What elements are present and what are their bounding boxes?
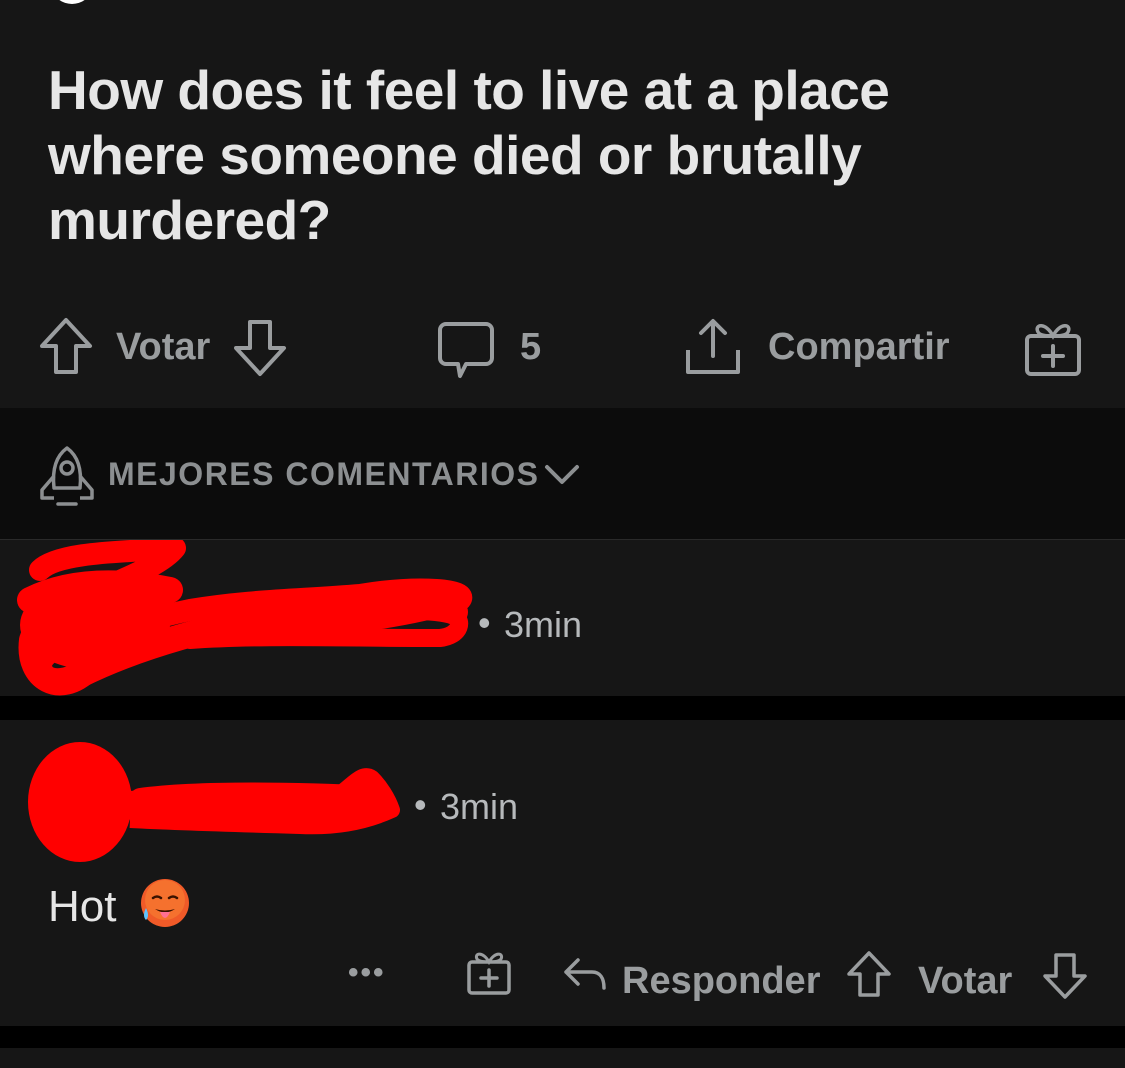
downvote-icon[interactable] xyxy=(232,318,288,378)
share-label[interactable]: Compartir xyxy=(768,326,950,369)
comment-card: • 3min xyxy=(0,540,1125,696)
comment-count: 5 xyxy=(520,326,542,368)
comment-card: • 3min Hot ••• Responder Votar xyxy=(0,720,1125,1026)
subreddit-avatar-icon[interactable] xyxy=(52,0,92,8)
sort-bar[interactable]: MEJORES COMENTARIOS xyxy=(0,408,1125,540)
share-icon[interactable] xyxy=(684,316,742,378)
gift-award-icon[interactable] xyxy=(466,948,512,996)
downvote-icon[interactable] xyxy=(1042,952,1088,1000)
upvote-icon[interactable] xyxy=(38,316,94,376)
chevron-down-icon[interactable] xyxy=(544,464,580,486)
post-action-bar: Votar 5 Compartir xyxy=(0,310,1125,388)
upvote-icon[interactable] xyxy=(846,950,892,998)
gift-award-icon[interactable] xyxy=(1024,318,1082,378)
reply-label[interactable]: Responder xyxy=(622,960,820,1003)
post-vote-label: Votar xyxy=(116,326,211,368)
comment-icon[interactable] xyxy=(436,320,496,380)
more-options-icon[interactable]: ••• xyxy=(348,956,386,990)
redaction-scribble xyxy=(17,540,473,696)
comment-dot: • xyxy=(414,784,427,825)
post-title[interactable]: How does it feel to live at a place wher… xyxy=(48,58,948,253)
post-card: How does it feel to live at a place wher… xyxy=(0,0,1125,408)
sort-label[interactable]: MEJORES COMENTARIOS xyxy=(108,456,540,493)
comment-vote-label: Votar xyxy=(918,960,1013,1002)
hot-face-emoji-icon xyxy=(141,879,189,927)
next-card-edge xyxy=(0,1048,1125,1068)
rocket-icon xyxy=(40,446,94,506)
comment-action-bar: ••• Responder Votar xyxy=(0,948,1125,1018)
comment-time: 3min xyxy=(440,786,519,827)
redaction-scribble xyxy=(28,742,400,862)
comment-dot: • xyxy=(478,602,491,643)
reply-icon[interactable] xyxy=(562,954,608,994)
comment-body: Hot xyxy=(48,882,117,931)
comment-time: 3min xyxy=(504,604,583,645)
